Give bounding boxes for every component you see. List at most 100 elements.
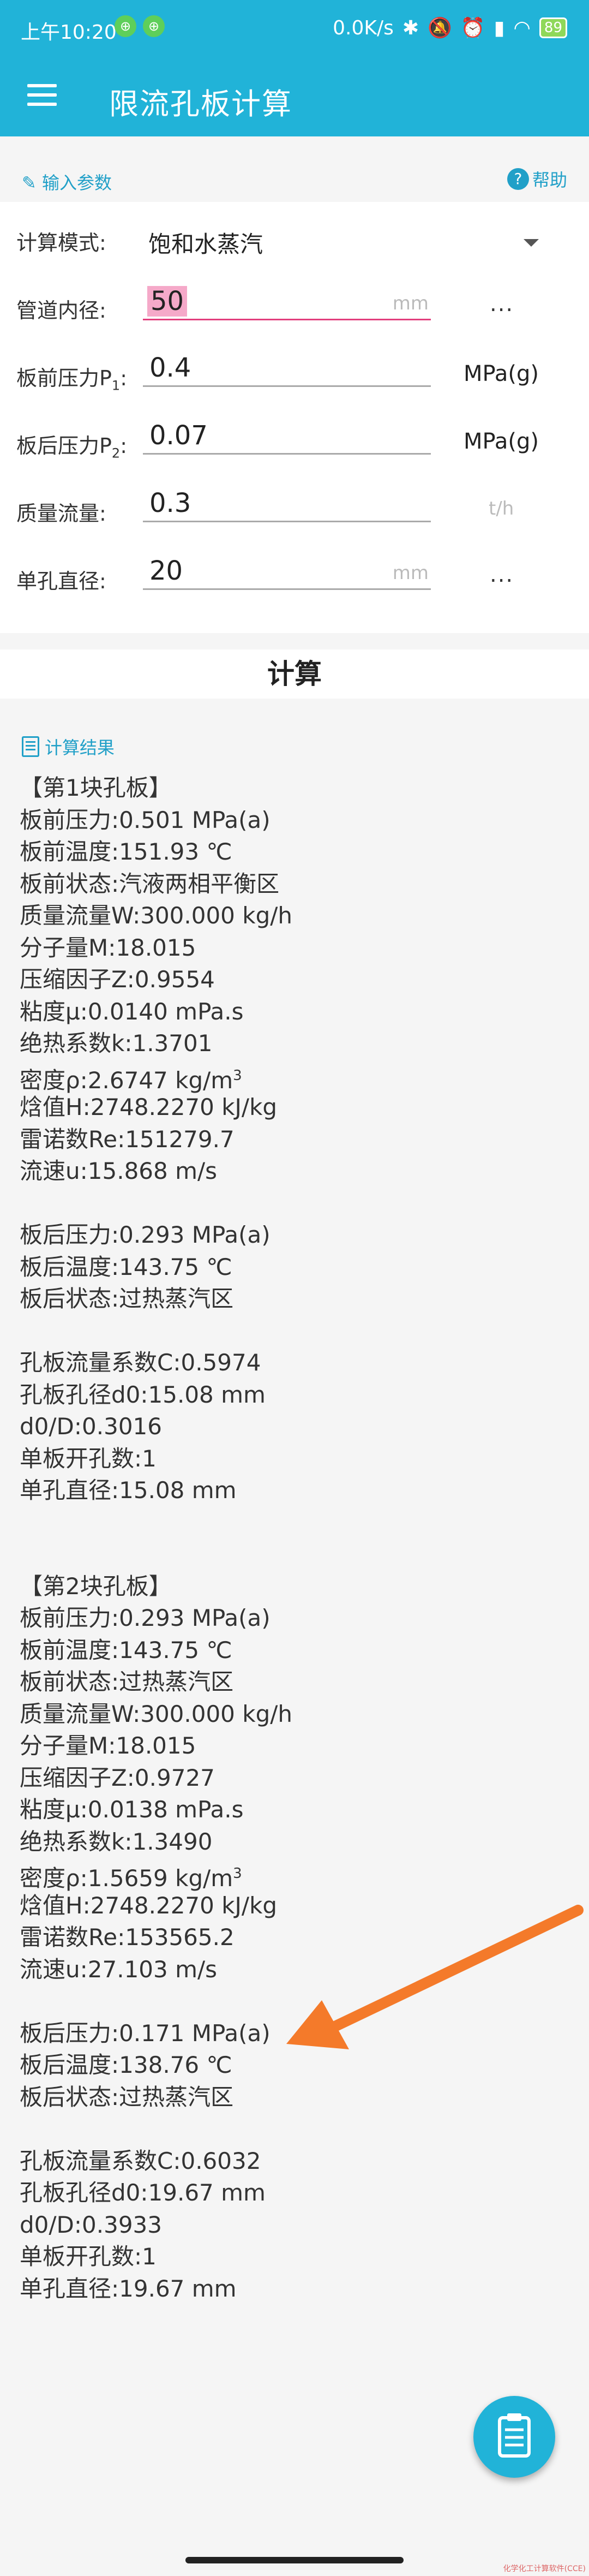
hole-label: 单孔直径: — [16, 569, 106, 593]
result-line — [20, 1985, 292, 2018]
result-line: 孔板流量系数C:0.5974 — [20, 1349, 261, 1376]
p1-row: 板前压力P1: 0.4 MPa(g) — [0, 337, 589, 403]
result-line: 板前压力:0.293 MPa(a) — [20, 1605, 271, 1631]
input-params-label: ✎ 输入参数 — [22, 172, 112, 193]
net-speed: 0.0K/s — [333, 16, 394, 39]
pipe-row: 管道内径: 50 mm ... — [0, 270, 589, 335]
p2-input[interactable]: 0.07 — [143, 415, 431, 455]
signal-icon: ▮ — [494, 16, 505, 39]
density-unit-superscript: 3 — [233, 1865, 242, 1882]
result-line — [20, 1507, 292, 1539]
document-icon — [22, 736, 39, 757]
clipboard-icon — [498, 2413, 531, 2458]
result-line: 孔板孔径d0:15.08 mm — [20, 1381, 266, 1408]
result-line: 分子量M:18.015 — [20, 934, 196, 961]
dropdown-caret-icon[interactable] — [524, 239, 539, 247]
result-line: 质量流量W:300.000 kg/h — [20, 902, 293, 929]
result-line: 压缩因子Z:0.9727 — [20, 1764, 215, 1791]
result-line: 板后温度:143.75 ℃ — [20, 1253, 232, 1280]
help-label: 帮助 — [532, 170, 567, 190]
pipe-label: 管道内径: — [16, 299, 106, 323]
result-line: 板前状态:汽液两相平衡区 — [20, 870, 280, 897]
result-line: 密度ρ:2.6747 kg/m3 — [20, 1066, 242, 1094]
result-line: 绝热系数k:1.3490 — [20, 1828, 213, 1855]
result-line: 压缩因子Z:0.9554 — [20, 966, 215, 993]
pipe-diameter-input[interactable]: 50 mm — [143, 281, 431, 320]
result-line: 密度ρ:1.5659 kg/m3 — [20, 1865, 242, 1892]
result-line: 分子量M:18.015 — [20, 1732, 196, 1759]
calculate-button[interactable]: 计算 — [0, 649, 589, 699]
results-panel: 计算结果 【第1块孔板】板前压力:0.501 MPa(a) 板前温度:151.93… — [0, 712, 589, 2576]
wifi-icon: ◠ — [513, 16, 531, 39]
result-line: 板前温度:143.75 ℃ — [20, 1636, 232, 1663]
result-line: 质量流量W:300.000 kg/h — [20, 1700, 293, 1727]
result-line — [20, 1315, 292, 1347]
notification-icon: ⊕ — [143, 15, 165, 37]
gesture-bar[interactable] — [185, 2557, 404, 2563]
mode-label: 计算模式: — [16, 231, 106, 255]
flow-row: 质量流量: 0.3 t/h — [0, 473, 589, 538]
result-line: 流速u:27.103 m/s — [20, 1955, 218, 1983]
input-section-header: ✎ 输入参数 ? 帮助 — [0, 136, 589, 202]
p2-unit: MPa(g) — [464, 429, 539, 454]
menu-icon[interactable] — [27, 84, 57, 106]
annotation-arrow-icon — [286, 1905, 584, 2049]
result-line: 单板开孔数:1 — [20, 2243, 157, 2270]
flow-label: 质量流量: — [16, 502, 106, 526]
result-text: 【第1块孔板】板前压力:0.501 MPa(a) 板前温度:151.93 ℃ 板前状… — [20, 772, 292, 2305]
app-title: 限流孔板计算 — [109, 87, 292, 121]
result-line — [20, 1539, 292, 1571]
result-line: d0/D:0.3933 — [20, 2211, 162, 2238]
status-time: 上午10:20 — [21, 21, 117, 44]
result-line: 粘度μ:0.0138 mPa.s — [20, 1796, 244, 1823]
result-line: 雷诺数Re:151279.7 — [20, 1125, 235, 1153]
mass-flow-input[interactable]: 0.3 — [143, 482, 431, 522]
battery-icon: 89 — [539, 17, 567, 38]
p2-label: 板后压力P2: — [16, 434, 128, 461]
result-line: 焓值H:2748.2270 kJ/kg — [20, 1094, 278, 1120]
result-line: 板前温度:151.93 ℃ — [20, 838, 232, 865]
result-line — [20, 1188, 292, 1220]
notification-icon: ⊕ — [115, 15, 136, 37]
result-line: 板后压力:0.171 MPa(a) — [20, 2019, 271, 2047]
help-button[interactable]: ? 帮助 — [507, 166, 567, 192]
result-line: 孔板孔径d0:19.67 mm — [20, 2179, 266, 2206]
alarm-icon: ⏰ — [460, 17, 485, 39]
result-line: 板后压力:0.293 MPa(a) — [20, 1221, 271, 1248]
hole-row: 单孔直径: 20 mm ... — [0, 540, 589, 606]
density-unit-superscript: 3 — [233, 1067, 242, 1084]
result-line: 绝热系数k:1.3701 — [20, 1030, 213, 1057]
result-line: 孔板流量系数C:0.6032 — [20, 2147, 261, 2174]
result-line: 板后温度:138.76 ℃ — [20, 2052, 232, 2078]
result-line: 单孔直径:19.67 mm — [20, 2275, 237, 2302]
status-right: 0.0K/s ✱ 🔕 ⏰ ▮ ◠ 89 — [333, 16, 567, 39]
p1-label: 板前压力P1: — [16, 366, 128, 393]
report-fab-button[interactable] — [473, 2396, 555, 2478]
result-line: 焓值H:2748.2270 kJ/kg — [20, 1892, 278, 1919]
result-line — [20, 2113, 292, 2145]
result-line: 粘度μ:0.0140 mPa.s — [20, 998, 244, 1025]
p2-row: 板后压力P2: 0.07 MPa(g) — [0, 405, 589, 470]
result-line: 板后状态:过热蒸汽区 — [20, 2083, 234, 2110]
watermark: 化学化工计算软件(CCE) — [503, 2565, 586, 2573]
result-line: d0/D:0.3016 — [20, 1413, 162, 1440]
result-line: 雷诺数Re:153565.2 — [20, 1924, 235, 1951]
input-form: 计算模式: 饱和水蒸汽 管道内径: 50 mm ... 板前压力P1: 0.4 … — [0, 202, 589, 633]
more-button[interactable]: ... — [490, 562, 514, 587]
result-line: 板前状态:过热蒸汽区 — [20, 1668, 234, 1695]
result-line: 【第2块孔板】 — [20, 1572, 172, 1600]
mode-select[interactable]: 饱和水蒸汽 — [148, 226, 263, 259]
mute-icon: 🔕 — [428, 17, 452, 39]
result-line: 板后状态:过热蒸汽区 — [20, 1285, 234, 1312]
status-bar: 上午10:20 ⊕ ⊕ 0.0K/s ✱ 🔕 ⏰ ▮ ◠ 89 — [0, 0, 589, 55]
result-line: 板前压力:0.501 MPa(a) — [20, 806, 271, 833]
flow-unit: t/h — [489, 498, 514, 520]
more-button[interactable]: ... — [490, 291, 514, 317]
question-icon: ? — [507, 168, 529, 190]
bluetooth-icon: ✱ — [402, 16, 419, 39]
results-header: 计算结果 — [22, 734, 115, 759]
calc-bar: 计算 — [0, 633, 589, 712]
hole-diameter-input[interactable]: 20 mm — [143, 550, 431, 590]
p1-input[interactable]: 0.4 — [143, 347, 431, 387]
result-line: 【第1块孔板】 — [20, 774, 172, 801]
